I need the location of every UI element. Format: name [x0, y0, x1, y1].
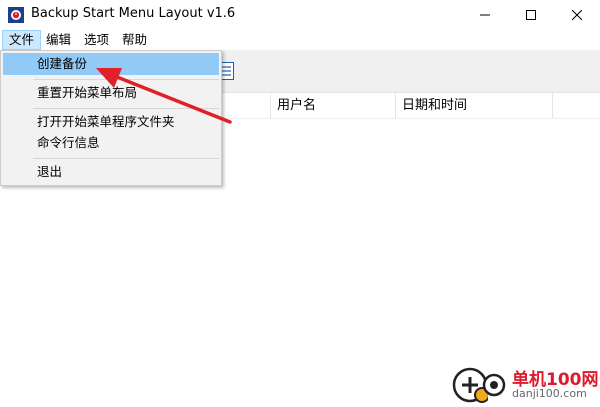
maximize-icon [526, 10, 536, 20]
watermark-url: danji100.com [512, 387, 587, 400]
watermark-circle-icon [482, 373, 506, 397]
menu-item-command-line-info[interactable]: 命令行信息 [3, 132, 219, 154]
file-dropdown-menu: 创建备份 重置开始菜单布局 打开开始菜单程序文件夹 命令行信息 退出 [0, 50, 222, 186]
close-button[interactable] [554, 0, 600, 30]
app-window: Backup Start Menu Layout v1.6 文件 编辑 选项 帮… [0, 0, 600, 407]
menu-separator [33, 79, 219, 80]
menu-options[interactable]: 选项 [78, 30, 115, 50]
app-icon [8, 7, 24, 23]
minimize-button[interactable] [462, 0, 508, 30]
maximize-button[interactable] [508, 0, 554, 30]
column-username[interactable]: 用户名 [271, 93, 395, 118]
menu-edit[interactable]: 编辑 [40, 30, 77, 50]
menu-bar: 文件 编辑 选项 帮助 [0, 30, 600, 50]
minimize-icon [480, 14, 490, 16]
menu-item-create-backup[interactable]: 创建备份 [3, 53, 219, 75]
menu-item-reset-layout[interactable]: 重置开始菜单布局 [3, 82, 219, 104]
menu-item-open-programs-folder[interactable]: 打开开始菜单程序文件夹 [3, 111, 219, 133]
column-datetime[interactable]: 日期和时间 [396, 93, 552, 118]
menu-separator [33, 158, 219, 159]
menu-file[interactable]: 文件 [2, 30, 42, 50]
menu-item-exit[interactable]: 退出 [3, 161, 219, 183]
title-bar: Backup Start Menu Layout v1.6 [0, 0, 600, 30]
window-title: Backup Start Menu Layout v1.6 [31, 6, 236, 21]
menu-help[interactable]: 帮助 [116, 30, 153, 50]
watermark: 单机100网 danji100.com [452, 363, 600, 407]
menu-separator [33, 108, 219, 109]
column-divider[interactable] [552, 93, 553, 118]
close-icon [572, 10, 582, 20]
